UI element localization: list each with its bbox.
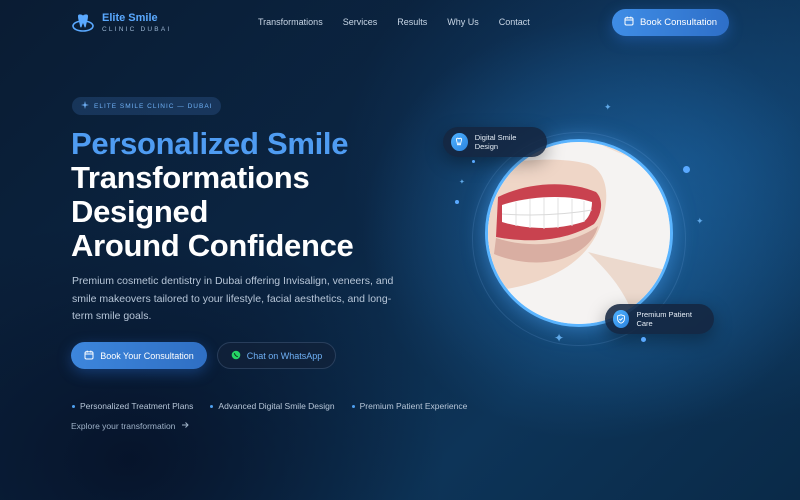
feature-item: Personalized Treatment Plans (72, 401, 193, 411)
shield-check-icon (613, 310, 630, 328)
nav-links: Transformations Services Results Why Us … (258, 17, 530, 27)
bullet-dot-icon (72, 404, 75, 408)
nav-link-contact[interactable]: Contact (499, 17, 530, 27)
book-consultation-label: Book Consultation (639, 17, 718, 28)
bullet-dot-icon (210, 404, 214, 408)
tooth-scan-icon (451, 133, 468, 151)
arrow-right-icon (181, 421, 190, 431)
sparkle-icon: ✦ (459, 179, 465, 186)
top-nav: Elite Smile CLINIC DUBAI Transformations… (0, 0, 800, 46)
book-consultation-button[interactable]: Book Consultation (612, 9, 729, 36)
digital-smile-design-card: Digital Smile Design (443, 127, 547, 157)
headline-line: Designed (71, 194, 209, 229)
feature-label: Personalized Treatment Plans (80, 401, 194, 411)
decorative-dot (641, 337, 646, 342)
nav-link-why-us[interactable]: Why Us (447, 17, 479, 27)
sparkle-icon: ✦ (696, 216, 704, 226)
nav-link-results[interactable]: Results (397, 17, 427, 27)
bullet-dot-icon (351, 404, 355, 408)
whatsapp-chat-button[interactable]: Chat on WhatsApp (217, 342, 336, 369)
sparkle-icon: ✦ (554, 331, 565, 345)
feature-list: Personalized Treatment Plans Advanced Di… (72, 401, 467, 411)
feature-item: Advanced Digital Smile Design (210, 401, 335, 411)
feature-item: Premium Patient Experience (351, 401, 468, 411)
nav-link-transformations[interactable]: Transformations (258, 17, 323, 27)
premium-patient-care-label: Premium Patient Care (636, 310, 692, 328)
decorative-dot (455, 200, 459, 204)
logo[interactable]: Elite Smile CLINIC DUBAI (72, 12, 171, 34)
hero-badge-label: ELITE SMILE CLINIC — DUBAI (94, 102, 213, 110)
digital-smile-design-label: Digital Smile Design (474, 133, 517, 151)
whatsapp-icon (231, 350, 241, 362)
book-your-consultation-button[interactable]: Book Your Consultation (71, 342, 207, 369)
headline-line: Transformations (71, 160, 310, 195)
headline-line: Around Confidence (71, 228, 354, 263)
calendar-icon (624, 16, 634, 29)
hero-badge: ELITE SMILE CLINIC — DUBAI (72, 97, 222, 115)
explore-link-label: Explore your transformation (71, 421, 176, 431)
hero-description: Premium cosmetic dentistry in Dubai offe… (72, 275, 394, 322)
decorative-dot (472, 160, 475, 163)
calendar-icon (84, 350, 94, 362)
decorative-dot (683, 166, 690, 173)
tooth-logo-icon (72, 12, 94, 34)
feature-label: Advanced Digital Smile Design (218, 401, 335, 411)
premium-patient-care-card: Premium Patient Care (605, 304, 714, 334)
logo-subtitle: CLINIC DUBAI (102, 25, 172, 33)
smile-photo (485, 139, 673, 327)
headline-accent: Personalized Smile (71, 126, 349, 161)
feature-label: Premium Patient Experience (359, 401, 468, 411)
hero-headline: Personalized Smile Transformations Desig… (71, 127, 354, 263)
nav-link-services[interactable]: Services (343, 17, 378, 27)
whatsapp-chat-label: Chat on WhatsApp (246, 350, 323, 361)
landing-page: Elite Smile CLINIC DUBAI Transformations… (0, 0, 800, 500)
explore-link[interactable]: Explore your transformation (71, 421, 190, 431)
sparkle-icon (81, 101, 89, 111)
logo-name: Elite Smile (102, 11, 158, 24)
book-your-consultation-label: Book Your Consultation (100, 350, 194, 361)
sparkle-icon: ✦ (604, 102, 612, 112)
